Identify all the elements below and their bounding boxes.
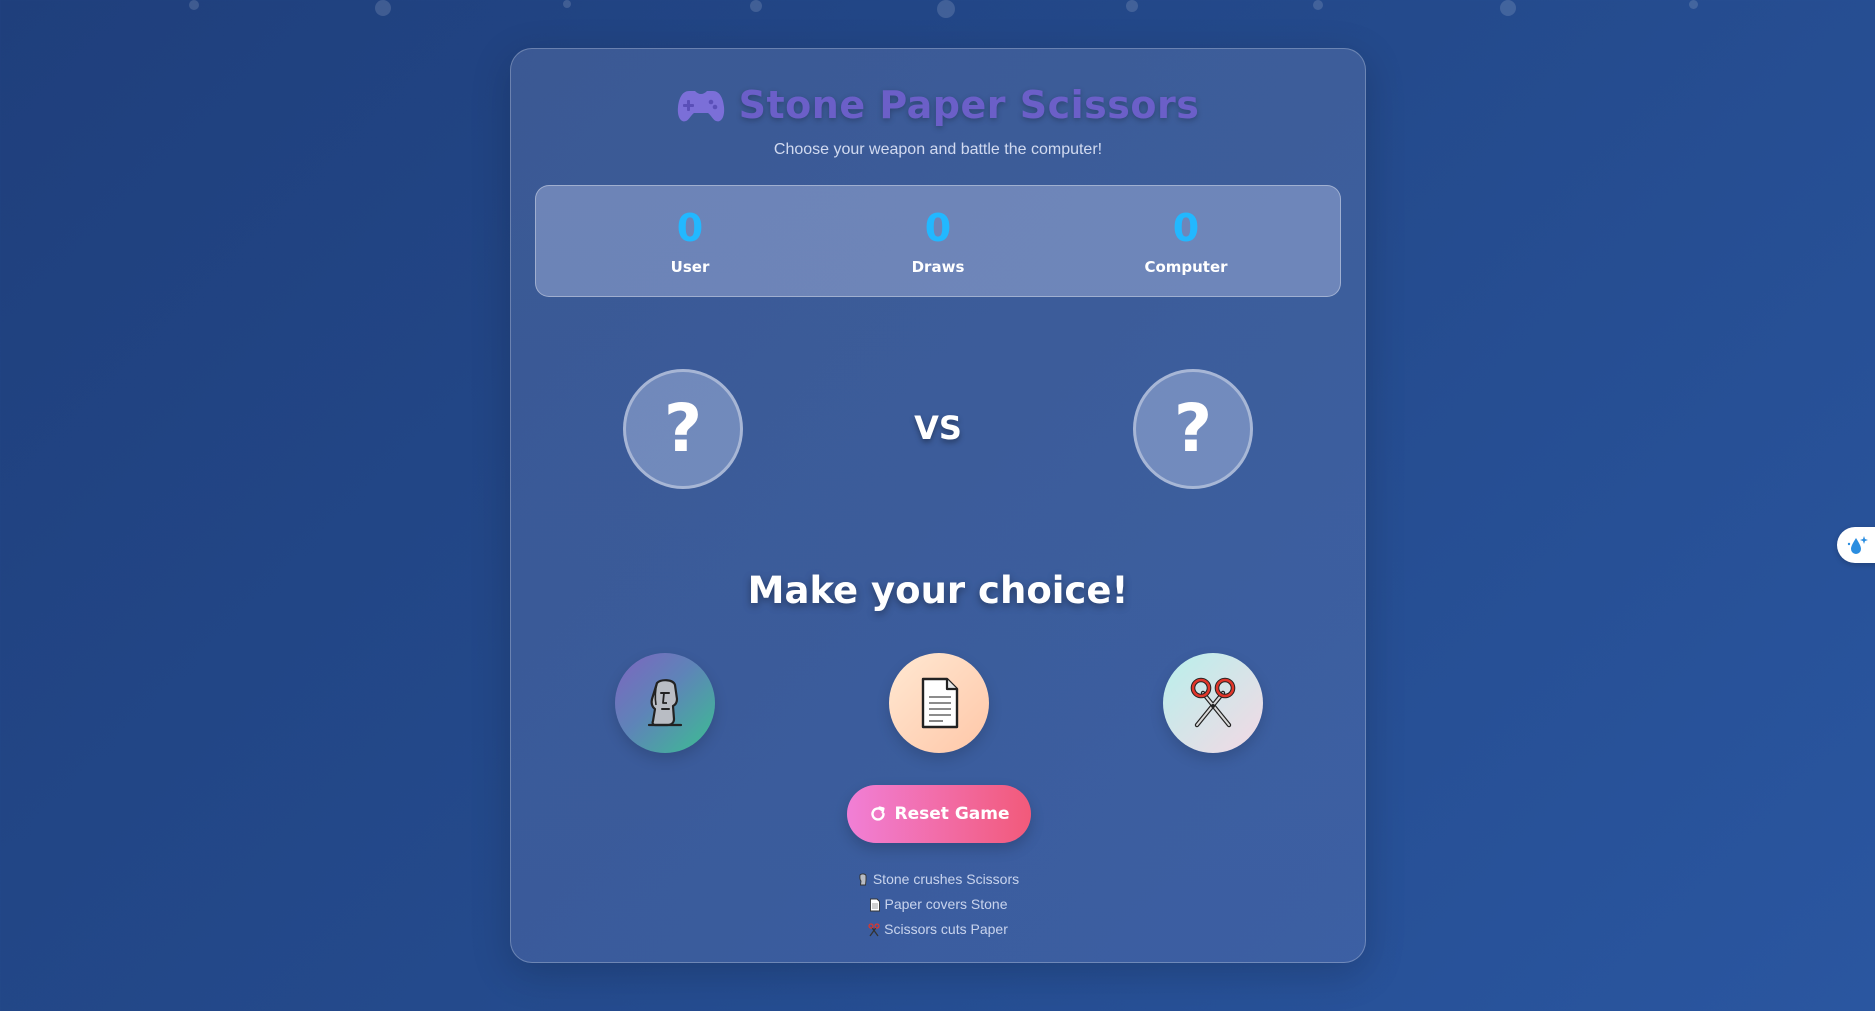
scissors-button[interactable] bbox=[1163, 653, 1263, 753]
background-dot bbox=[937, 0, 955, 18]
stone-button[interactable] bbox=[615, 653, 715, 753]
battle-arena: ? VS ? bbox=[511, 369, 1365, 489]
score-user-label: User bbox=[670, 258, 710, 276]
background-dot bbox=[1313, 0, 1323, 10]
game-card: Stone Paper Scissors Choose your weapon … bbox=[510, 48, 1366, 963]
document-icon bbox=[921, 677, 959, 729]
background-dot bbox=[189, 0, 199, 10]
result-message: Make your choice! bbox=[747, 569, 1129, 612]
background-dot bbox=[1689, 0, 1698, 9]
background-dot bbox=[1500, 0, 1516, 16]
background-dot bbox=[1126, 0, 1138, 12]
reset-game-button[interactable]: Reset Game bbox=[847, 785, 1031, 843]
rule-item: Paper covers Stone bbox=[511, 892, 1365, 917]
extension-button[interactable] bbox=[1837, 527, 1875, 563]
computer-choice-symbol: ? bbox=[1173, 390, 1213, 467]
score-user-value: 0 bbox=[676, 206, 704, 250]
score-computer-value: 0 bbox=[1172, 206, 1200, 250]
background-dot bbox=[563, 0, 571, 8]
background-dot bbox=[750, 0, 762, 12]
rules-list: Stone crushes Scissors Paper covers Ston… bbox=[511, 867, 1365, 942]
refresh-icon bbox=[870, 806, 885, 821]
paper-button[interactable] bbox=[889, 653, 989, 753]
rule-text: Paper covers Stone bbox=[884, 896, 1008, 912]
title-text: Stone Paper Scissors bbox=[738, 83, 1200, 127]
rule-item: Stone crushes Scissors bbox=[511, 867, 1365, 892]
scissors-icon bbox=[868, 922, 880, 936]
rule-text: Scissors cuts Paper bbox=[884, 921, 1008, 937]
water-drop-sparkle-icon bbox=[1847, 536, 1868, 554]
moai-icon bbox=[859, 872, 867, 885]
subtitle: Choose your weapon and battle the comput… bbox=[773, 141, 1103, 158]
score-computer: 0 Computer bbox=[1086, 206, 1286, 276]
computer-choice-display: ? bbox=[1133, 369, 1253, 489]
document-icon bbox=[869, 898, 880, 911]
page-title: Stone Paper Scissors bbox=[511, 77, 1365, 133]
score-computer-label: Computer bbox=[1144, 258, 1228, 276]
score-draws: 0 Draws bbox=[838, 206, 1038, 276]
scoreboard: 0 User 0 Draws 0 Computer bbox=[535, 185, 1341, 297]
score-draws-value: 0 bbox=[924, 206, 952, 250]
gamepad-icon bbox=[677, 91, 724, 122]
scissors-icon bbox=[1190, 677, 1236, 728]
rule-item: Scissors cuts Paper bbox=[511, 917, 1365, 942]
rule-text: Stone crushes Scissors bbox=[872, 871, 1020, 887]
score-draws-label: Draws bbox=[911, 258, 965, 276]
background-dot bbox=[375, 0, 391, 16]
moai-icon bbox=[647, 679, 683, 727]
reset-game-label: Reset Game bbox=[894, 804, 1010, 824]
score-user: 0 User bbox=[590, 206, 790, 276]
